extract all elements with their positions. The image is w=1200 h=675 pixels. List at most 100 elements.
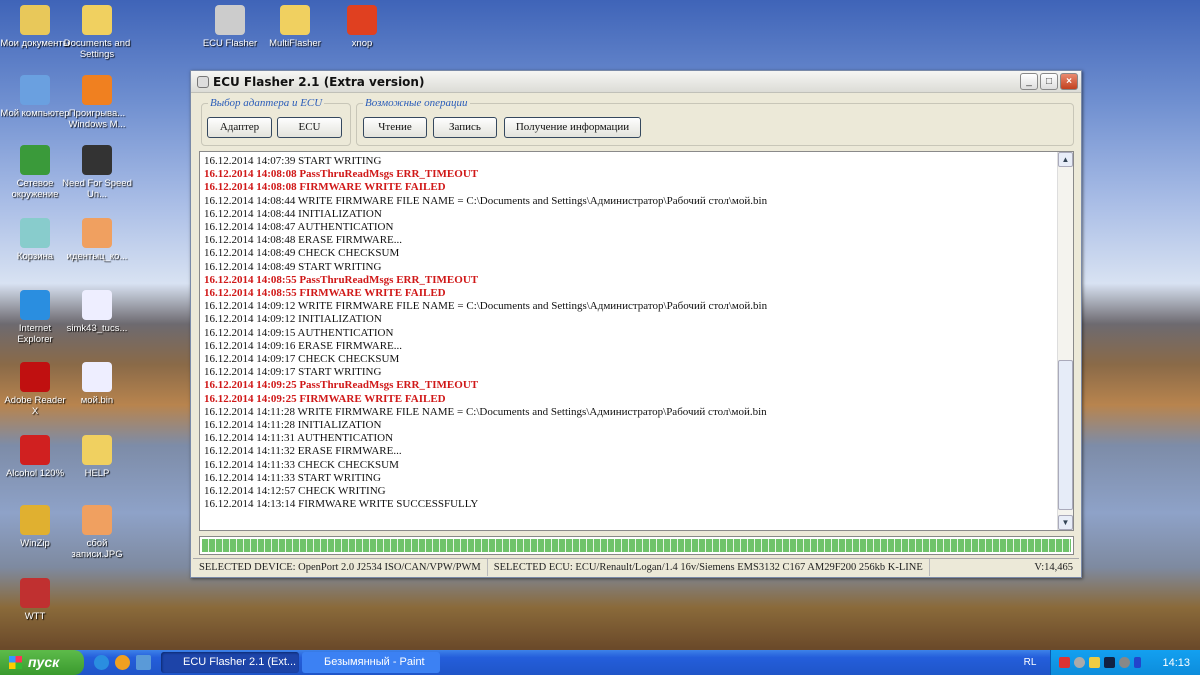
log-area[interactable]: 16.12.2014 14:07:39 START WRITING 16.12.2… <box>199 151 1074 531</box>
progress-bar <box>199 536 1074 555</box>
desktop-icon-label: Мои документы <box>0 38 70 49</box>
ecu-button[interactable]: ECU <box>277 117 342 138</box>
status-device: SELECTED DEVICE: OpenPort 2.0 J2534 ISO/… <box>193 559 488 576</box>
wireless-icon[interactable] <box>1074 657 1085 668</box>
desktop-icon[interactable]: мой.bin <box>62 362 132 406</box>
minimize-button[interactable]: _ <box>1020 73 1038 90</box>
desktop-icon-label: мой.bin <box>80 395 114 406</box>
desktop-icon[interactable]: WinZip <box>0 505 70 549</box>
log-line: 16.12.2014 14:08:47 AUTHENTICATION <box>204 221 394 234</box>
log-line: 16.12.2014 14:09:16 ERASE FIRMWARE... <box>204 339 403 352</box>
desktop-shortcut-icon <box>215 5 245 35</box>
desktop-icon[interactable]: Internet Explorer <box>0 290 70 345</box>
log-line: 16.12.2014 14:09:17 START WRITING <box>204 366 382 379</box>
desktop-icon[interactable]: Adobe Reader X <box>0 362 70 417</box>
battery-icon[interactable] <box>1134 657 1141 668</box>
log-line: 16.12.2014 14:08:49 CHECK CHECKSUM <box>204 247 400 260</box>
log-line: 16.12.2014 14:09:12 INITIALIZATION <box>204 313 382 326</box>
adapter-button[interactable]: Адаптер <box>207 117 272 138</box>
update-icon[interactable] <box>1119 657 1130 668</box>
desktop-icon-label: WinZip <box>20 538 50 549</box>
desktop-icon-label: WTT <box>24 611 46 622</box>
task-ecu-flasher[interactable]: ECU Flasher 2.1 (Ext... <box>161 652 299 673</box>
desktop-icon-label: ECU Flasher <box>202 38 258 49</box>
log-line: 16.12.2014 14:08:44 INITIALIZATION <box>204 207 382 220</box>
desktop-shortcut-icon <box>82 75 112 105</box>
desktop-icon[interactable]: Alcohol 120% <box>0 435 70 479</box>
close-button[interactable]: × <box>1060 73 1078 90</box>
scroll-down-arrow-icon[interactable]: ▼ <box>1058 515 1073 530</box>
task-paint[interactable]: Безымянный - Paint <box>302 652 440 673</box>
log-line: 16.12.2014 14:09:17 CHECK CHECKSUM <box>204 353 400 366</box>
desktop-shortcut-icon <box>82 145 112 175</box>
desktop-shortcut-icon <box>20 75 50 105</box>
desktop-icon[interactable]: Проигрыва... Windows M... <box>62 75 132 130</box>
desktop-shortcut-icon <box>82 435 112 465</box>
log-line: 16.12.2014 14:12:57 CHECK WRITING <box>204 485 386 498</box>
vertical-scrollbar[interactable]: ▲ ▼ <box>1057 152 1073 530</box>
quick-launch <box>94 655 151 670</box>
desktop-icon[interactable]: HELP <box>62 435 132 479</box>
log-line: 16.12.2014 14:09:15 AUTHENTICATION <box>204 326 394 339</box>
adapter-ecu-group: Выбор адаптера и ECU Адаптер ECU <box>201 97 351 146</box>
desktop-shortcut-icon <box>20 505 50 535</box>
app-icon <box>197 75 209 88</box>
folder-icon[interactable] <box>1089 657 1100 668</box>
desktop-shortcut-icon <box>82 362 112 392</box>
desktop-icon[interactable]: MultiFlasher <box>260 5 330 49</box>
media-player-icon[interactable] <box>115 655 130 670</box>
log-line: 16.12.2014 14:08:44 WRITE FIRMWARE FILE … <box>204 194 768 207</box>
taskbar: пуск ECU Flasher 2.1 (Ext... Безымянный … <box>0 650 1200 675</box>
desktop-icon[interactable]: Need For Speed Un... <box>62 145 132 200</box>
desktop-icon-label: Need For Speed Un... <box>62 178 132 200</box>
log-line: 16.12.2014 14:08:55 PassThruReadMsgs ERR… <box>204 273 479 286</box>
start-button[interactable]: пуск <box>0 650 84 675</box>
log-line: 16.12.2014 14:11:32 ERASE FIRMWARE... <box>204 445 402 458</box>
title-bar[interactable]: ECU Flasher 2.1 (Extra version) _ □ × <box>191 71 1081 93</box>
desktop-icon-label: Alcohol 120% <box>5 468 65 479</box>
desktop-icon[interactable]: сбой записи.JPG <box>62 505 132 560</box>
desktop-icon[interactable]: Documents and Settings <box>62 5 132 60</box>
desktop-icon-label: xnop <box>351 38 373 49</box>
desktop-icon[interactable]: xnop <box>327 5 397 49</box>
log-line: 16.12.2014 14:11:28 WRITE FIRMWARE FILE … <box>204 405 767 418</box>
get-info-button[interactable]: Получение информации <box>504 117 641 138</box>
desktop-icon[interactable]: WTT <box>0 578 70 622</box>
desktop-icon[interactable]: идентыц_ко... <box>62 218 132 262</box>
desktop-icon-label: Мой компьютер <box>0 108 70 119</box>
desktop-icon-label: Internet Explorer <box>17 323 53 345</box>
log-line: 16.12.2014 14:09:25 FIRMWARE WRITE FAILE… <box>204 392 446 405</box>
desktop-icon-label: simk43_tucs... <box>66 323 128 334</box>
clock: 14:13 <box>1162 656 1190 669</box>
log-line: 16.12.2014 14:11:33 START WRITING <box>204 471 382 484</box>
desktop-icon-label: Проигрыва... Windows M... <box>68 108 126 130</box>
desktop-icon[interactable]: Мой компьютер <box>0 75 70 119</box>
desktop-shortcut-icon <box>20 435 50 465</box>
desktop-icon[interactable] <box>136 655 151 670</box>
desktop-shortcut-icon <box>347 5 377 35</box>
network-icon[interactable] <box>1059 657 1070 668</box>
desktop-icon-label: MultiFlasher <box>269 38 321 49</box>
desktop-icon[interactable]: Мои документы <box>0 5 70 49</box>
desktop-icon[interactable]: Корзина <box>0 218 70 262</box>
read-button[interactable]: Чтение <box>363 117 427 138</box>
log-line: 16.12.2014 14:13:14 FIRMWARE WRITE SUCCE… <box>204 498 479 511</box>
monitor-icon[interactable] <box>1104 657 1115 668</box>
desktop-icon-label: HELP <box>84 468 110 479</box>
desktop-icon[interactable]: ECU Flasher <box>195 5 265 49</box>
desktop-icon[interactable]: simk43_tucs... <box>62 290 132 334</box>
maximize-button[interactable]: □ <box>1040 73 1058 90</box>
desktop-icon-label: Сетевое окружение <box>11 178 59 200</box>
scrollbar-thumb[interactable] <box>1058 360 1073 510</box>
write-button[interactable]: Запись <box>433 117 497 138</box>
language-indicator[interactable]: RL <box>1010 657 1050 668</box>
desktop-icon[interactable]: Сетевое окружение <box>0 145 70 200</box>
status-version: V:14,465 <box>1034 562 1073 573</box>
ie-icon[interactable] <box>94 655 109 670</box>
desktop-shortcut-icon <box>20 5 50 35</box>
desktop-shortcut-icon <box>82 218 112 248</box>
group-legend: Возможные операции <box>363 97 470 109</box>
scroll-up-arrow-icon[interactable]: ▲ <box>1058 152 1073 167</box>
desktop-icon-label: Adobe Reader X <box>4 395 66 417</box>
desktop-shortcut-icon <box>280 5 310 35</box>
